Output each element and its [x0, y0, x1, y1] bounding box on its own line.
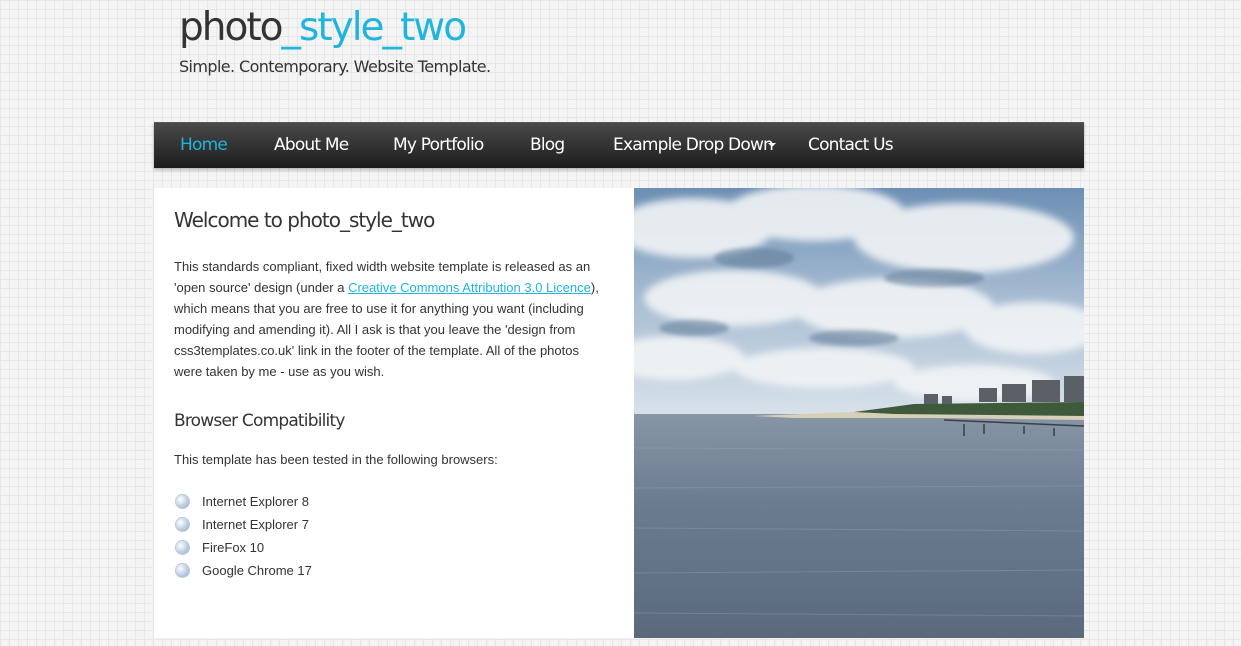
- site-title-part1: photo: [179, 5, 283, 50]
- menu-item-example-drop-down[interactable]: Example Drop Down: [613, 123, 774, 168]
- intro-paragraph: This standards compliant, fixed width we…: [174, 256, 610, 382]
- list-item-label: Internet Explorer 7: [202, 517, 309, 532]
- site-logo[interactable]: photo_style_two Simple. Contemporary. We…: [179, 4, 491, 76]
- menu-item-contact-us[interactable]: Contact Us: [808, 123, 894, 168]
- bullet-icon: [176, 541, 189, 554]
- page-heading: Welcome to photo_style_two: [174, 208, 435, 232]
- menu-item-about-me[interactable]: About Me: [274, 123, 349, 168]
- list-item-label: Internet Explorer 8: [202, 494, 309, 509]
- list-item: Google Chrome 17: [174, 559, 312, 582]
- site-title-part2: _style_two: [281, 5, 468, 50]
- list-item-label: Google Chrome 17: [202, 563, 312, 578]
- list-item: Internet Explorer 7: [174, 513, 312, 536]
- list-item-label: FireFox 10: [202, 540, 265, 555]
- section-heading: Browser Compatibility: [174, 411, 345, 431]
- site-title[interactable]: photo_style_two: [179, 4, 490, 52]
- tested-text: This template has been tested in the fol…: [174, 452, 498, 467]
- bullet-icon: [176, 564, 189, 577]
- menu-item-home[interactable]: Home: [180, 123, 228, 168]
- bullet-icon: [176, 495, 189, 508]
- seascape-photo: [634, 188, 1084, 638]
- menu-item-my-portfolio[interactable]: My Portfolio: [393, 123, 484, 168]
- list-item: FireFox 10: [174, 536, 312, 559]
- browser-list: Internet Explorer 8 Internet Explorer 7 …: [174, 490, 312, 582]
- bullet-icon: [176, 518, 189, 531]
- site-slogan: Simple. Contemporary. Website Template.: [179, 57, 491, 76]
- dropdown-arrow-icon[interactable]: [768, 143, 776, 147]
- licence-link[interactable]: Creative Commons Attribution 3.0 Licence: [348, 280, 591, 295]
- list-item: Internet Explorer 8: [174, 490, 312, 513]
- content-panel: Welcome to photo_style_two This standard…: [154, 188, 634, 638]
- main-menu: Home About Me My Portfolio Blog Example …: [154, 122, 1084, 168]
- menu-item-blog[interactable]: Blog: [530, 123, 565, 168]
